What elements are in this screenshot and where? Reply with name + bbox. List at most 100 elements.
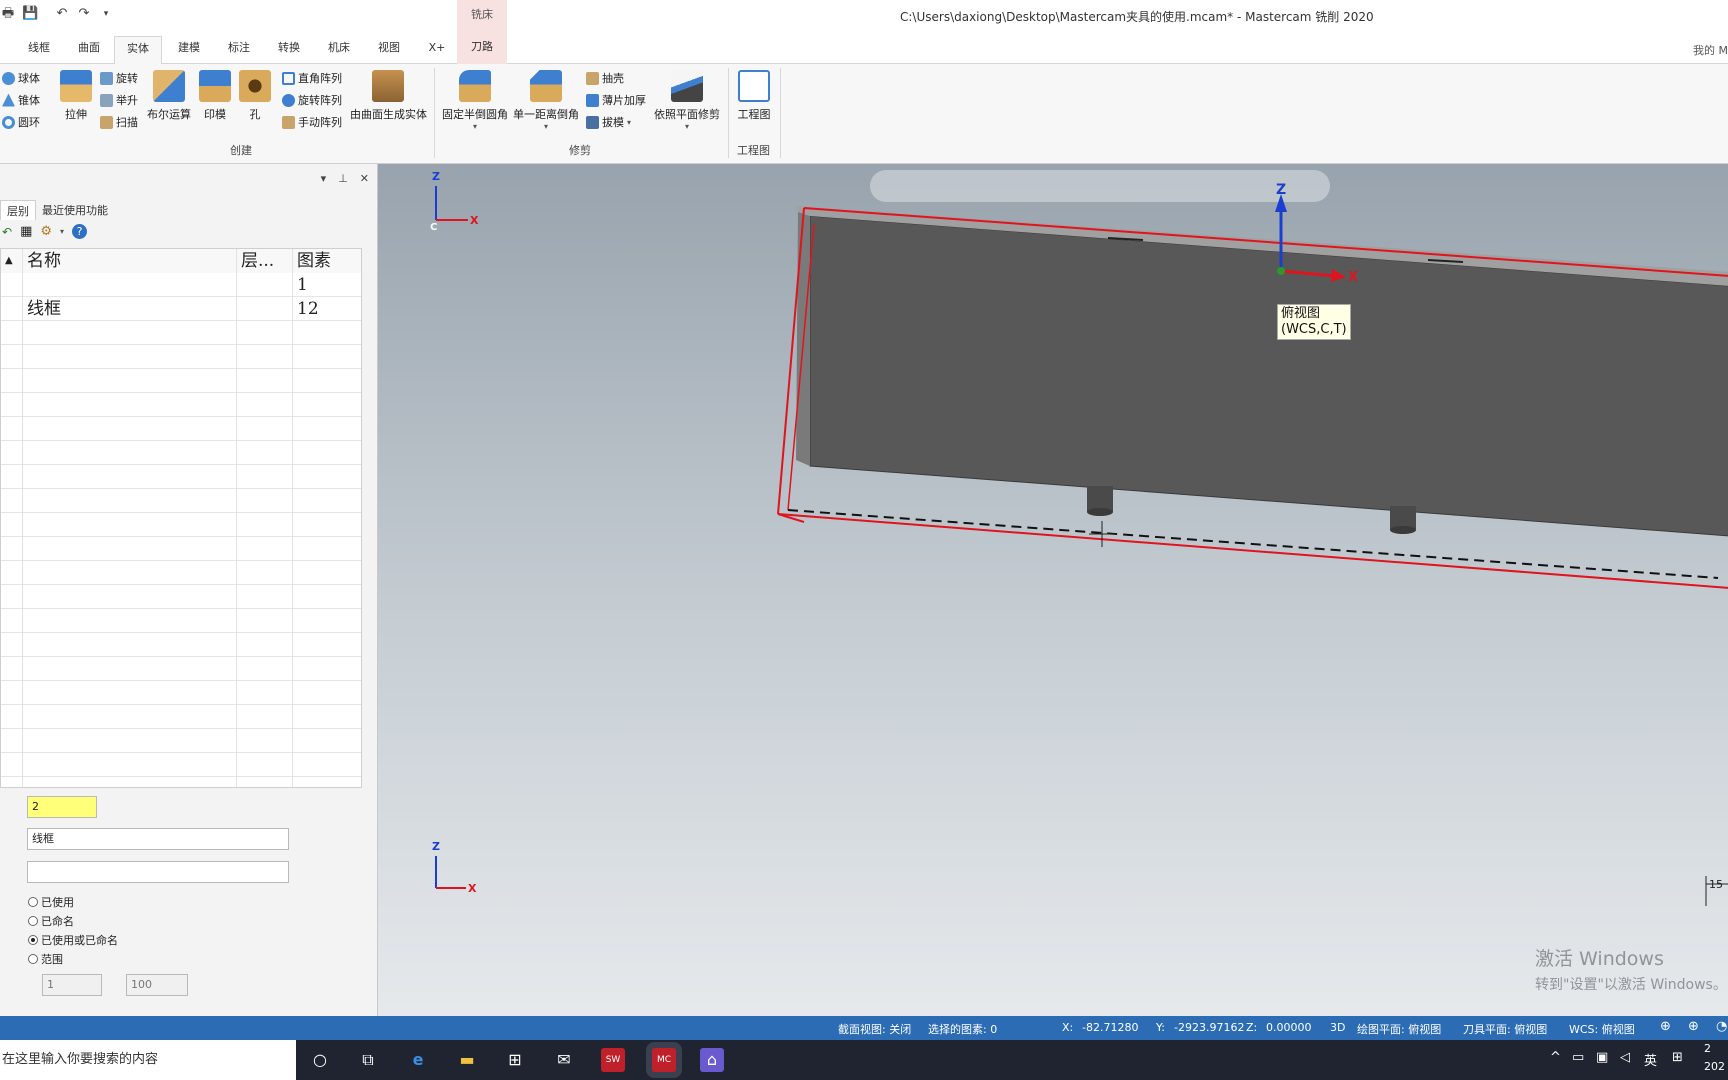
- tab-machine[interactable]: 机床: [322, 36, 356, 64]
- cone-button[interactable]: 锥体: [2, 91, 40, 109]
- fillet-button[interactable]: 固定半倒圆角 ▾: [440, 70, 510, 131]
- clock-time[interactable]: 2: [1704, 1042, 1711, 1055]
- boolean-button[interactable]: 布尔运算: [146, 70, 192, 122]
- my-mastercam-label[interactable]: 我的 M: [1693, 42, 1728, 58]
- tab-view[interactable]: 视图: [372, 36, 406, 64]
- cone-icon: [2, 93, 15, 107]
- tool-plane-status[interactable]: 刀具平面: 俯视图: [1463, 1021, 1547, 1037]
- print-icon[interactable]: 🖶: [0, 6, 16, 22]
- mastercam-icon[interactable]: MC: [652, 1048, 676, 1072]
- rotary-pattern-button[interactable]: 旋转阵列: [282, 91, 342, 109]
- empty-cell: [23, 489, 237, 513]
- tab-surface[interactable]: 曲面: [72, 36, 106, 64]
- sweep-button[interactable]: 扫描: [100, 113, 138, 131]
- manual-pattern-button[interactable]: 手动阵列: [282, 113, 342, 131]
- clock-date[interactable]: 202: [1704, 1060, 1725, 1073]
- solid-from-surfaces-button[interactable]: 由曲面生成实体: [350, 70, 427, 122]
- chamfer-button[interactable]: 单一距离倒角 ▾: [512, 70, 580, 131]
- draw-plane-status[interactable]: 绘图平面: 俯视图: [1357, 1021, 1441, 1037]
- solidworks-icon[interactable]: SW: [601, 1048, 625, 1072]
- save-icon[interactable]: 💾: [22, 6, 38, 22]
- taskbar-search-input[interactable]: 在这里输入你要搜索的内容: [0, 1040, 296, 1080]
- tab-recent-functions[interactable]: 最近使用功能: [36, 200, 114, 220]
- ime-indicator[interactable]: 英: [1644, 1050, 1657, 1069]
- undo-icon[interactable]: ↶: [54, 6, 70, 22]
- trim-to-plane-dropdown-icon[interactable]: ▾: [652, 122, 722, 131]
- tab-transform[interactable]: 转换: [272, 36, 306, 64]
- radio-dot-selected: [28, 935, 38, 945]
- store-icon[interactable]: ⊞: [503, 1048, 527, 1072]
- tab-toolpaths[interactable]: 刀路: [457, 30, 507, 64]
- empty-cell: [1, 753, 23, 777]
- redo-icon[interactable]: ↷: [76, 6, 92, 22]
- sort-icon[interactable]: ▲: [1, 249, 23, 273]
- layout-drawing-button[interactable]: 工程图: [734, 70, 774, 122]
- layer-name-field[interactable]: 线框: [27, 828, 289, 850]
- tab-drafting[interactable]: 标注: [222, 36, 256, 64]
- fillet-dropdown-icon[interactable]: ▾: [440, 122, 510, 131]
- file-explorer-icon[interactable]: ▬: [455, 1048, 479, 1072]
- torus-button[interactable]: 圆环: [2, 113, 40, 131]
- hole-button[interactable]: 孔: [238, 70, 272, 122]
- table-row[interactable]: 1: [1, 273, 361, 297]
- task-view-icon[interactable]: ⧉: [356, 1048, 380, 1072]
- layer-set-field[interactable]: [27, 861, 289, 883]
- graphics-viewport[interactable]: Z X C Z X Z X 15 俯视图 (WCS,C,T) 激活 Window…: [378, 164, 1728, 1016]
- help-icon[interactable]: ?: [72, 224, 88, 239]
- mail-icon[interactable]: ✉: [552, 1048, 576, 1072]
- radio-used-or-named[interactable]: 已使用或已命名: [28, 932, 118, 948]
- gear-icon[interactable]: ⚙: [40, 224, 52, 239]
- radio-named[interactable]: 已命名: [28, 913, 74, 929]
- draft-dropdown-icon[interactable]: ▾: [627, 118, 631, 127]
- cortana-icon[interactable]: ○: [308, 1048, 332, 1072]
- imprint-button[interactable]: 印模: [198, 70, 232, 122]
- section-view-status[interactable]: 截面视图: 关闭: [838, 1021, 911, 1037]
- column-layer[interactable]: 层...: [237, 249, 293, 273]
- y-coord-value: -2923.97162: [1174, 1021, 1245, 1034]
- shell-button[interactable]: 抽壳: [586, 69, 624, 87]
- tab-solids[interactable]: 实体: [114, 36, 162, 65]
- layer-number-field[interactable]: 2: [27, 796, 97, 818]
- mode-3d-toggle[interactable]: 3D: [1330, 1021, 1345, 1034]
- world-icon[interactable]: ⊕: [1688, 1019, 1699, 1034]
- app-icon[interactable]: ⌂: [700, 1048, 724, 1072]
- pin-icon[interactable]: ⊥: [338, 172, 348, 185]
- calculator-icon[interactable]: ▦: [20, 224, 32, 239]
- column-count[interactable]: 图素: [293, 249, 361, 273]
- table-row[interactable]: 线框 12: [1, 297, 361, 321]
- radio-range[interactable]: 范围: [28, 951, 63, 967]
- range-to-field[interactable]: 100: [126, 974, 188, 996]
- thicken-button[interactable]: 薄片加厚: [586, 91, 646, 109]
- empty-cell: [293, 441, 361, 465]
- sphere-button[interactable]: 球体: [2, 69, 40, 87]
- radio-used[interactable]: 已使用: [28, 894, 74, 910]
- battery-icon[interactable]: ▭: [1572, 1050, 1584, 1065]
- gizmo-z-label: Z: [1276, 182, 1287, 198]
- view-icon[interactable]: ◔: [1716, 1019, 1727, 1034]
- range-from-field[interactable]: 1: [42, 974, 102, 996]
- trim-to-plane-button[interactable]: 依照平面修剪 ▾: [652, 70, 722, 131]
- panel-dropdown-icon[interactable]: ▾: [321, 172, 327, 185]
- globe-icon[interactable]: ⊕: [1660, 1019, 1671, 1034]
- volume-icon[interactable]: ◁: [1620, 1050, 1630, 1065]
- refresh-icon[interactable]: ↶: [2, 225, 12, 239]
- tray-expand-icon[interactable]: ^: [1550, 1050, 1561, 1065]
- network-icon[interactable]: ▣: [1596, 1050, 1608, 1065]
- revolve-button[interactable]: 旋转: [100, 69, 138, 87]
- chamfer-dropdown-icon[interactable]: ▾: [512, 122, 580, 131]
- draft-button[interactable]: 拔模 ▾: [586, 113, 631, 131]
- tab-model-prep[interactable]: 建模: [172, 36, 206, 64]
- tab-wireframe[interactable]: 线框: [22, 36, 56, 64]
- settings-dropdown-icon[interactable]: ▾: [60, 227, 64, 236]
- column-name[interactable]: 名称: [23, 249, 237, 273]
- close-icon[interactable]: ✕: [360, 172, 369, 185]
- rect-pattern-button[interactable]: 直角阵列: [282, 69, 342, 87]
- tab-xplus[interactable]: X+: [424, 36, 450, 64]
- loft-button[interactable]: 举升: [100, 91, 138, 109]
- extrude-button[interactable]: 拉伸: [58, 70, 94, 122]
- wcs-status[interactable]: WCS: 俯视图: [1569, 1021, 1635, 1037]
- quick-access-dropdown-icon[interactable]: ▾: [98, 6, 114, 22]
- tab-layers[interactable]: 层别: [0, 200, 36, 220]
- edge-browser-icon[interactable]: e: [406, 1048, 430, 1072]
- ime-mode-icon[interactable]: ⊞: [1672, 1050, 1683, 1065]
